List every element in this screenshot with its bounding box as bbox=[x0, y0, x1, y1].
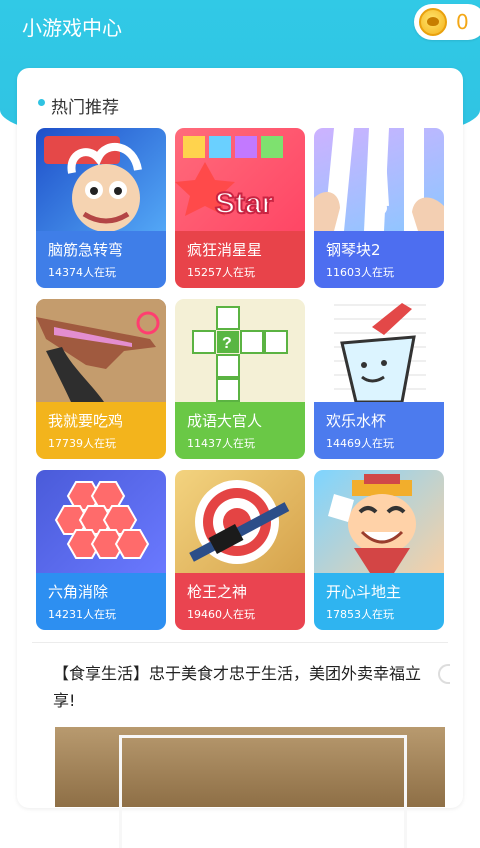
game-name: 六角消除 bbox=[48, 583, 109, 601]
article-image[interactable] bbox=[55, 727, 445, 848]
game-art bbox=[36, 299, 166, 402]
hexagon-icon bbox=[54, 481, 150, 559]
article-title[interactable]: 【食享生活】忠于美食才忠于生活，美团外卖幸福立享! bbox=[53, 660, 435, 714]
svg-text:Star: Star bbox=[215, 187, 274, 220]
player-count: 11437人在玩 bbox=[187, 437, 255, 450]
game-tile-2[interactable]: Star 疯狂消星星 15257人在玩 bbox=[175, 128, 305, 288]
player-count: 17739人在玩 bbox=[48, 437, 116, 450]
game-art: ? bbox=[175, 299, 305, 402]
game-art bbox=[36, 128, 166, 232]
game-tile-9[interactable]: 开心斗地主 17853人在玩 bbox=[314, 470, 444, 630]
game-name: 我就要吃鸡 bbox=[48, 412, 124, 430]
coin-balance[interactable]: 0 bbox=[414, 4, 480, 40]
section-title: 热门推荐 bbox=[51, 98, 119, 118]
player-count: 14469人在玩 bbox=[326, 437, 394, 450]
plate-frame bbox=[119, 735, 407, 848]
player-count: 14231人在玩 bbox=[48, 608, 116, 621]
rifle-icon bbox=[36, 299, 166, 402]
player-count: 14374人在玩 bbox=[48, 266, 116, 279]
game-name: 脑筋急转弯 bbox=[48, 241, 124, 259]
game-info: 成语大官人 11437人在玩 bbox=[175, 402, 305, 459]
game-name: 枪王之神 bbox=[187, 583, 248, 601]
game-info: 钢琴块2 11603人在玩 bbox=[314, 231, 444, 288]
game-art bbox=[314, 128, 444, 231]
game-info: 脑筋急转弯 14374人在玩 bbox=[36, 231, 166, 288]
game-info: 我就要吃鸡 17739人在玩 bbox=[36, 402, 166, 459]
game-info: 疯狂消星星 15257人在玩 bbox=[175, 231, 305, 288]
player-count: 17853人在玩 bbox=[326, 608, 394, 621]
coin-count: 0 bbox=[456, 10, 469, 34]
game-tile-8[interactable]: 枪王之神 19460人在玩 bbox=[175, 470, 305, 630]
game-info: 六角消除 14231人在玩 bbox=[36, 573, 166, 630]
cartoon-face-icon bbox=[44, 136, 142, 232]
section-dot-icon bbox=[38, 99, 45, 106]
landlord-character-icon bbox=[328, 474, 416, 573]
star-game-icon: Star bbox=[175, 136, 283, 221]
svg-text:?: ? bbox=[222, 335, 232, 352]
game-name: 开心斗地主 bbox=[326, 583, 402, 601]
page-title: 小游戏中心 bbox=[22, 16, 122, 40]
paw-coin-icon bbox=[419, 8, 447, 36]
section-divider bbox=[32, 642, 448, 643]
game-tile-1[interactable]: 脑筋急转弯 14374人在玩 bbox=[36, 128, 166, 288]
game-name: 欢乐水杯 bbox=[326, 412, 387, 430]
idiom-puzzle-icon: ? bbox=[192, 306, 288, 402]
game-info: 枪王之神 19460人在玩 bbox=[175, 573, 305, 630]
game-name: 钢琴块2 bbox=[326, 241, 381, 259]
game-name: 成语大官人 bbox=[187, 412, 263, 430]
game-name: 疯狂消星星 bbox=[187, 241, 263, 259]
game-art: Star bbox=[175, 128, 305, 231]
player-count: 11603人在玩 bbox=[326, 266, 394, 279]
player-count: 19460人在玩 bbox=[187, 608, 255, 621]
target-gun-icon bbox=[189, 480, 290, 564]
game-tile-5[interactable]: ? 成语大官人 11437人在玩 bbox=[175, 299, 305, 459]
game-art bbox=[314, 299, 444, 404]
game-tile-7[interactable]: 六角消除 14231人在玩 bbox=[36, 470, 166, 630]
game-art bbox=[314, 470, 444, 573]
game-tile-6[interactable]: 欢乐水杯 14469人在玩 bbox=[314, 299, 444, 459]
game-info: 欢乐水杯 14469人在玩 bbox=[314, 402, 444, 459]
game-info: 开心斗地主 17853人在玩 bbox=[314, 573, 444, 630]
piano-tiles-icon bbox=[314, 128, 444, 231]
game-tile-3[interactable]: 钢琴块2 11603人在玩 bbox=[314, 128, 444, 288]
water-cup-icon bbox=[334, 303, 426, 404]
player-count: 15257人在玩 bbox=[187, 266, 255, 279]
game-art bbox=[175, 470, 305, 573]
game-tile-4[interactable]: 我就要吃鸡 17739人在玩 bbox=[36, 299, 166, 459]
game-art bbox=[36, 470, 166, 573]
